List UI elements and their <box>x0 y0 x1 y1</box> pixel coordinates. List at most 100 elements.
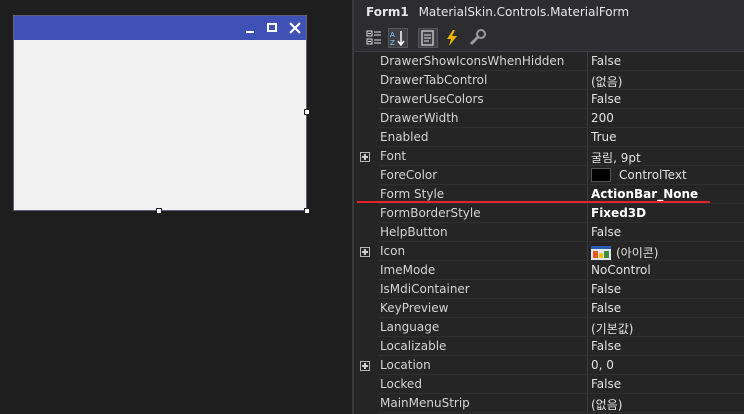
property-name[interactable]: Enabled <box>378 128 587 147</box>
property-value[interactable]: False <box>589 52 744 71</box>
property-row[interactable]: IsMdiContainer False <box>354 280 744 299</box>
property-row[interactable]: DrawerUseColors False <box>354 90 744 109</box>
events-button[interactable] <box>442 28 462 48</box>
property-value[interactable]: (아이콘) <box>589 242 744 261</box>
property-value[interactable]: False <box>589 337 744 356</box>
maximize-icon <box>267 23 277 32</box>
property-value[interactable]: (없음) <box>589 394 744 413</box>
property-value[interactable]: 200 <box>589 109 744 128</box>
property-row[interactable]: Enabled True <box>354 128 744 147</box>
column-separator[interactable] <box>587 261 588 280</box>
property-name[interactable]: MainMenuStrip <box>378 394 587 413</box>
property-name[interactable]: Language <box>378 318 587 337</box>
row-gutter <box>354 280 376 299</box>
column-separator[interactable] <box>587 90 588 109</box>
property-value[interactable]: True <box>589 128 744 147</box>
property-row[interactable]: MainMenuStrip (없음) <box>354 394 744 413</box>
property-value[interactable]: False <box>589 280 744 299</box>
property-value[interactable]: (없음) <box>589 71 744 90</box>
property-value[interactable]: Fixed3D <box>589 204 744 223</box>
column-separator[interactable] <box>587 52 588 71</box>
property-row[interactable]: FormBorderStyle Fixed3D <box>354 204 744 223</box>
expand-icon[interactable] <box>360 361 370 371</box>
property-row[interactable]: DrawerWidth 200 <box>354 109 744 128</box>
categorized-button[interactable] <box>364 28 384 48</box>
column-separator[interactable] <box>587 128 588 147</box>
property-name[interactable]: IsMdiContainer <box>378 280 587 299</box>
property-row[interactable]: Location 0, 0 <box>354 356 744 375</box>
properties-button[interactable] <box>418 28 438 48</box>
resize-handle-bottom[interactable] <box>156 208 162 214</box>
property-row[interactable]: Localizable False <box>354 337 744 356</box>
column-separator[interactable] <box>587 147 588 166</box>
alphabetical-button[interactable]: A Z <box>388 28 408 48</box>
column-separator[interactable] <box>587 299 588 318</box>
property-name[interactable]: Icon <box>378 242 587 261</box>
column-separator[interactable] <box>587 375 588 394</box>
property-value[interactable]: 굴림, 9pt <box>589 147 744 166</box>
property-value[interactable]: NoControl <box>589 261 744 280</box>
object-selector[interactable]: Form1 MaterialSkin.Controls.MaterialForm <box>354 0 744 25</box>
property-name[interactable]: Locked <box>378 375 587 394</box>
property-value[interactable]: False <box>589 375 744 394</box>
property-value[interactable]: False <box>589 90 744 109</box>
column-separator[interactable] <box>587 204 588 223</box>
column-separator[interactable] <box>587 109 588 128</box>
resize-handle-corner[interactable] <box>304 208 310 214</box>
form-titlebar[interactable] <box>14 16 306 40</box>
property-name[interactable]: DrawerTabControl <box>378 71 587 90</box>
property-name[interactable]: ForeColor <box>378 166 587 185</box>
maximize-button[interactable] <box>262 18 282 38</box>
property-row[interactable]: Icon (아이콘) <box>354 242 744 261</box>
property-row[interactable]: HelpButton False <box>354 223 744 242</box>
property-name[interactable]: HelpButton <box>378 223 587 242</box>
property-name[interactable]: Font <box>378 147 587 166</box>
property-value[interactable]: ControlText <box>589 166 744 185</box>
property-row[interactable]: KeyPreview False <box>354 299 744 318</box>
property-row[interactable]: DrawerTabControl (없음) <box>354 71 744 90</box>
close-button[interactable] <box>285 18 305 38</box>
property-row[interactable]: ImeMode NoControl <box>354 261 744 280</box>
designer-surface[interactable] <box>0 0 352 414</box>
property-value[interactable]: False <box>589 299 744 318</box>
column-separator[interactable] <box>587 223 588 242</box>
property-row[interactable]: Font 굴림, 9pt <box>354 147 744 166</box>
property-name[interactable]: DrawerUseColors <box>378 90 587 109</box>
row-gutter <box>354 204 376 223</box>
row-gutter <box>354 356 376 375</box>
property-row[interactable]: ForeColor ControlText <box>354 166 744 185</box>
column-separator[interactable] <box>587 242 588 261</box>
resize-handle-right[interactable] <box>304 109 310 115</box>
property-name[interactable]: DrawerShowIconsWhenHidden <box>378 52 587 71</box>
property-value-text: False <box>591 92 622 106</box>
property-value-text: 0, 0 <box>591 358 614 372</box>
property-value[interactable]: (기본값) <box>589 318 744 337</box>
column-separator[interactable] <box>587 394 588 413</box>
property-value[interactable]: 0, 0 <box>589 356 744 375</box>
property-name[interactable]: Location <box>378 356 587 375</box>
column-separator[interactable] <box>587 166 588 185</box>
property-name[interactable]: ImeMode <box>378 261 587 280</box>
property-row[interactable]: DrawerShowIconsWhenHidden False <box>354 52 744 71</box>
column-separator[interactable] <box>587 356 588 375</box>
property-name[interactable]: DrawerWidth <box>378 109 587 128</box>
column-separator[interactable] <box>587 318 588 337</box>
property-name[interactable]: Localizable <box>378 337 587 356</box>
property-name[interactable]: FormBorderStyle <box>378 204 587 223</box>
expand-icon[interactable] <box>360 152 370 162</box>
expand-icon[interactable] <box>360 247 370 257</box>
property-value-text: (기본값) <box>591 322 634 336</box>
property-row[interactable]: Language (기본값) <box>354 318 744 337</box>
close-icon <box>289 22 301 34</box>
properties-panel: Form1 MaterialSkin.Controls.MaterialForm… <box>352 0 744 414</box>
property-pages-button[interactable] <box>468 28 488 48</box>
form-preview[interactable] <box>13 15 307 211</box>
column-separator[interactable] <box>587 337 588 356</box>
row-gutter <box>354 318 376 337</box>
column-separator[interactable] <box>587 280 588 299</box>
minimize-button[interactable] <box>240 18 260 38</box>
property-name[interactable]: KeyPreview <box>378 299 587 318</box>
column-separator[interactable] <box>587 71 588 90</box>
property-value[interactable]: False <box>589 223 744 242</box>
property-row[interactable]: Locked False <box>354 375 744 394</box>
